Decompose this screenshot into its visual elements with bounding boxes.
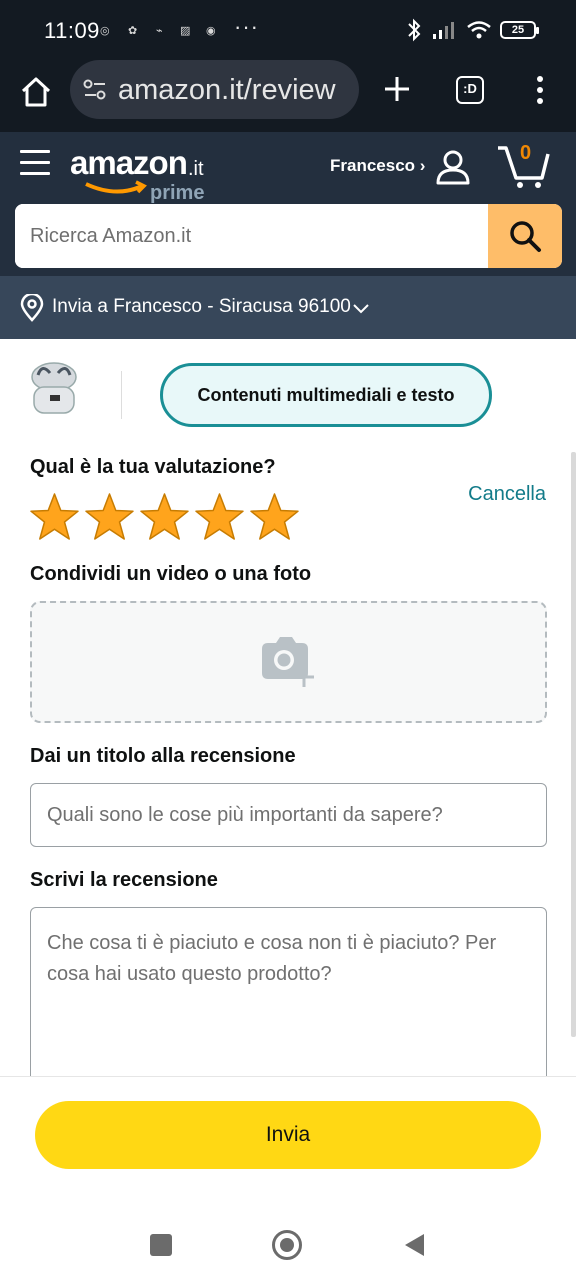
notification-icon: ◉: [206, 25, 216, 37]
home-button-icon[interactable]: [272, 1230, 302, 1260]
product-row: Contenuti multimediali e testo: [0, 339, 576, 439]
status-time: 11:09: [44, 18, 100, 43]
notification-icon: ▨: [180, 25, 191, 37]
product-thumbnail[interactable]: [28, 357, 80, 419]
cancel-link[interactable]: Cancella: [468, 483, 546, 506]
search-bar: [15, 204, 562, 268]
more-options-icon[interactable]: [530, 74, 550, 106]
back-icon[interactable]: [402, 1232, 426, 1258]
share-media-title: Condividi un video o una foto: [30, 563, 312, 585]
browser-toolbar: amazon.it/review :D: [0, 60, 576, 132]
add-photo-camera-icon: [262, 637, 314, 687]
address-bar[interactable]: amazon.it/review: [70, 60, 359, 119]
tab-switcher-button[interactable]: :D: [456, 76, 484, 104]
chevron-down-icon: [353, 304, 369, 314]
system-navigation-bar: [0, 1202, 576, 1280]
submit-review-button[interactable]: Invia: [35, 1101, 541, 1169]
search-icon: [510, 221, 541, 252]
signal-icon: [433, 22, 454, 39]
divider: [121, 371, 122, 419]
cart-count-badge: 0: [520, 142, 532, 164]
cart-button[interactable]: 0: [496, 140, 552, 190]
deliver-to-text: Invia a Francesco - Siracusa 96100: [52, 296, 351, 317]
whatsapp-icon: ◎: [100, 25, 110, 37]
url-text: amazon.it/review: [118, 74, 336, 106]
search-button[interactable]: [488, 204, 562, 268]
search-input[interactable]: [15, 204, 488, 268]
star-rating[interactable]: [29, 492, 300, 543]
amazon-logo[interactable]: amazon .it prime: [70, 142, 220, 204]
star-icon[interactable]: [84, 492, 135, 543]
media-upload-area[interactable]: [30, 601, 547, 723]
bluetooth-icon: [408, 18, 421, 42]
media-and-text-tab[interactable]: Contenuti multimediali e testo: [160, 363, 492, 427]
status-bar: 11:09 ◎ ✿ ⌁ ▨ ◉ ··· 25: [0, 0, 576, 60]
wifi-icon: [467, 21, 491, 39]
scrollbar[interactable]: [571, 452, 576, 1037]
account-link[interactable]: Francesco ›: [330, 156, 425, 176]
home-icon[interactable]: [18, 74, 54, 110]
amazon-header: amazon .it prime Francesco › 0: [0, 132, 576, 276]
smile-arrow-icon: [85, 180, 147, 194]
battery-icon: 25: [500, 21, 539, 39]
new-tab-icon[interactable]: [382, 74, 412, 104]
site-settings-icon[interactable]: [82, 77, 108, 103]
recents-icon[interactable]: [150, 1234, 172, 1256]
notification-icon: ⌁: [156, 25, 163, 37]
logo-word: amazon: [70, 144, 188, 181]
location-pin-icon: [20, 294, 44, 322]
star-icon[interactable]: [249, 492, 300, 543]
star-icon[interactable]: [194, 492, 245, 543]
user-icon[interactable]: [434, 148, 472, 186]
star-icon[interactable]: [29, 492, 80, 543]
write-review-title: Scrivi la recensione: [30, 869, 218, 891]
logo-tld: .it: [188, 158, 204, 180]
star-icon[interactable]: [139, 492, 190, 543]
rating-title: Qual è la tua valutazione?: [30, 456, 276, 478]
logo-prime: prime: [150, 182, 205, 204]
more-notifications-icon: ···: [234, 14, 259, 39]
deliver-to-bar[interactable]: Invia a Francesco - Siracusa 96100: [0, 276, 576, 339]
bottom-action-bar: Invia: [0, 1076, 576, 1202]
headline-title: Dai un titolo alla recensione: [30, 745, 296, 767]
hamburger-menu-icon[interactable]: [20, 150, 50, 178]
notification-icon: ✿: [128, 25, 138, 37]
review-headline-input[interactable]: [30, 783, 547, 847]
